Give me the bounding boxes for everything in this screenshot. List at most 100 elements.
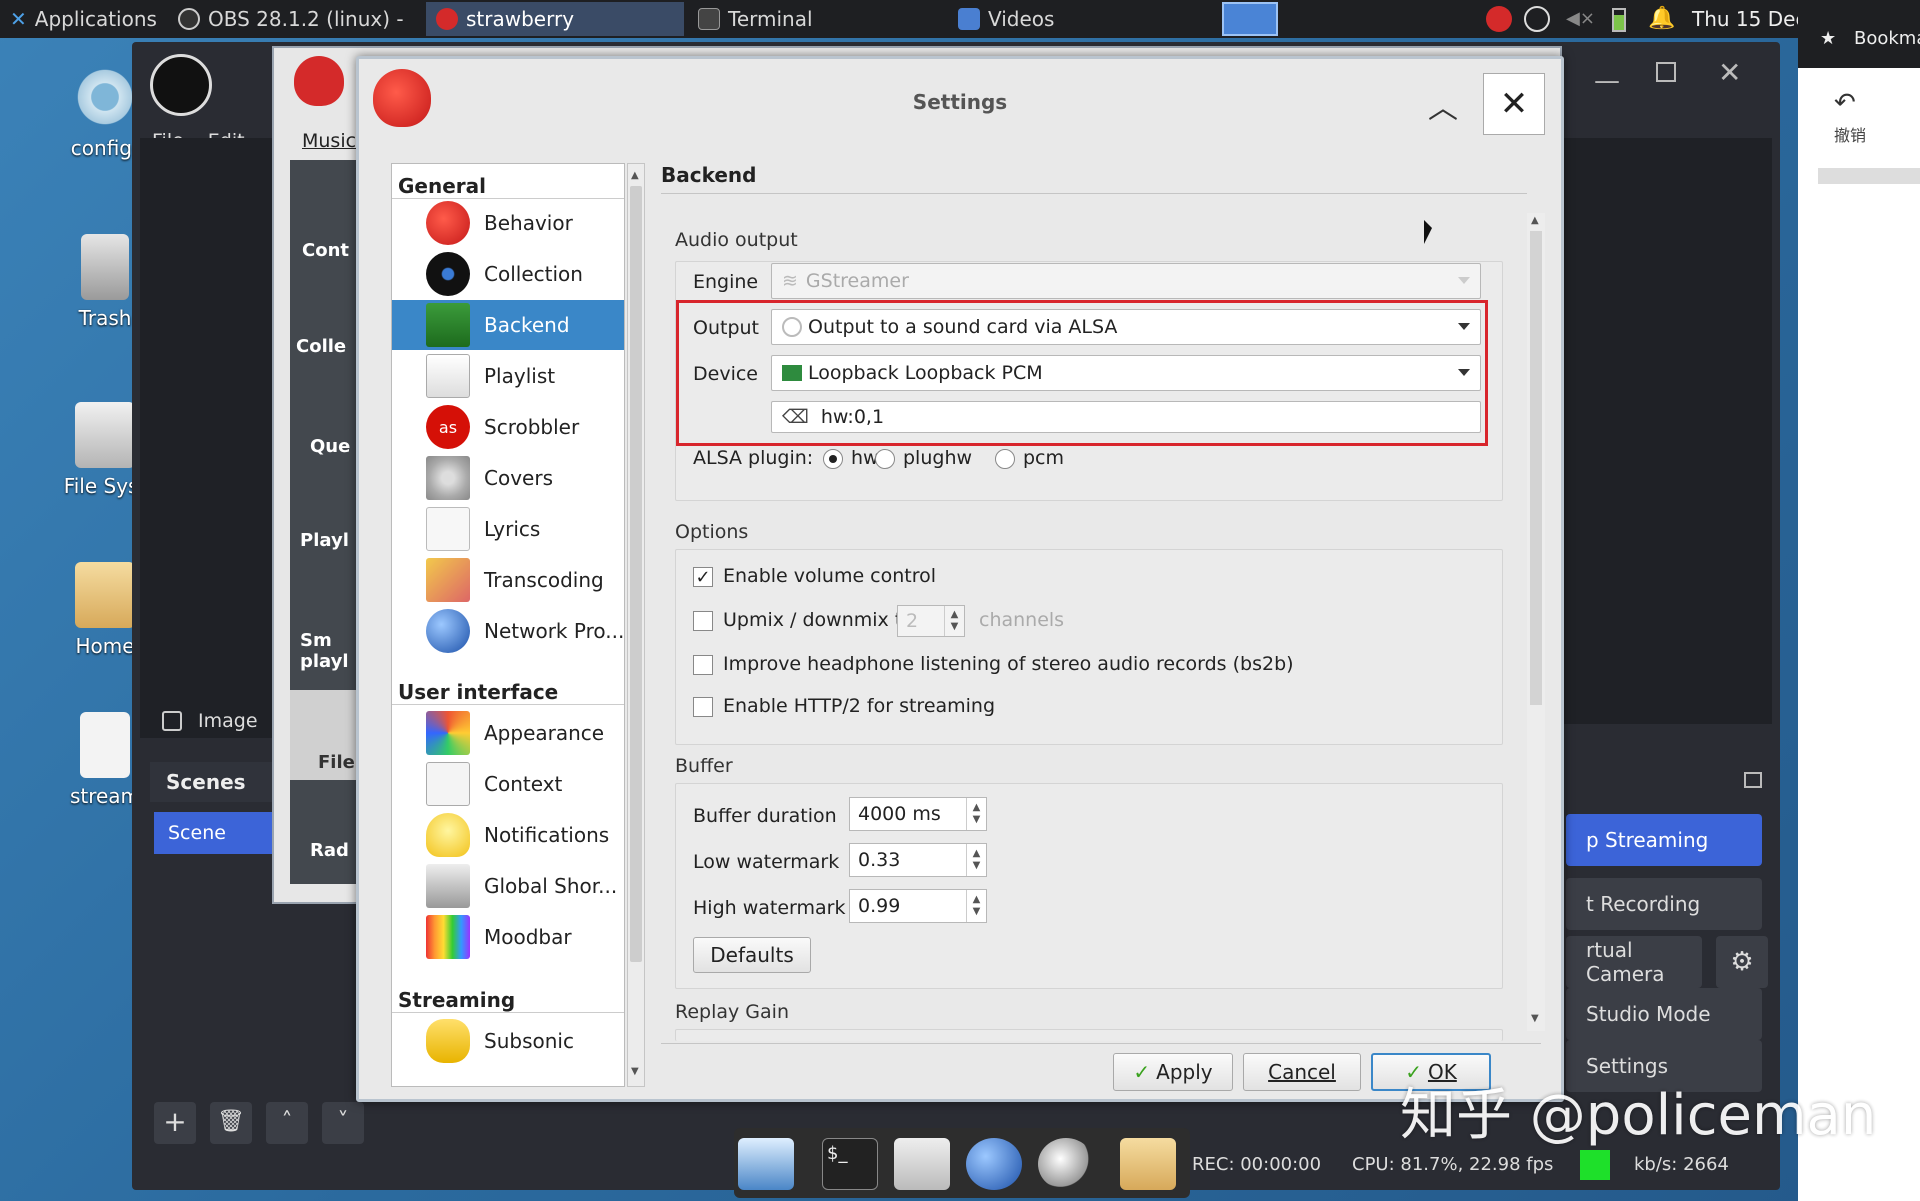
- gear-icon[interactable]: ⚙: [1716, 936, 1768, 988]
- obs-tray-icon[interactable]: [1524, 6, 1550, 32]
- scroll-down-icon[interactable]: ▼: [631, 1066, 639, 1077]
- sidebar-item-playlists[interactable]: Playl: [300, 530, 349, 551]
- start-streaming-button[interactable]: p Streaming: [1566, 814, 1762, 866]
- bookmarks-label[interactable]: Bookma: [1854, 28, 1920, 49]
- move-down-icon[interactable]: ˅: [322, 1102, 364, 1144]
- workspace-switcher[interactable]: [1222, 2, 1278, 36]
- nav-item-subsonic[interactable]: Subsonic: [392, 1016, 624, 1066]
- folder-icon[interactable]: [1120, 1138, 1176, 1190]
- undo-icon[interactable]: ↶: [1834, 88, 1856, 118]
- nav-header-streaming: Streaming: [398, 988, 516, 1012]
- buffer-duration-spinbox[interactable]: 4000 ms ▲ ▼: [849, 797, 987, 831]
- tab-music[interactable]: Music: [302, 130, 356, 152]
- nav-header-user-interface: User interface: [398, 680, 559, 704]
- obs-preview-right: [1564, 138, 1772, 724]
- source-item[interactable]: Image: [162, 710, 258, 732]
- engine-select[interactable]: ≋ GStreamer: [771, 263, 1481, 299]
- content-scrollbar[interactable]: ▲ ▼: [1527, 213, 1545, 1031]
- nav-item-global-shortcuts[interactable]: Global Shor...: [392, 861, 624, 911]
- close-icon[interactable]: ✕: [1483, 73, 1545, 135]
- nav-item-moodbar[interactable]: Moodbar: [392, 912, 624, 962]
- task-obs[interactable]: OBS 28.1.2 (linux) -: [168, 2, 422, 36]
- sidebar-item-queue[interactable]: Que: [310, 436, 350, 457]
- apply-button[interactable]: ✓ Apply: [1113, 1053, 1233, 1091]
- nav-item-scrobbler[interactable]: as Scrobbler: [392, 402, 624, 452]
- low-watermark-spinbox[interactable]: 0.33 ▲ ▼: [849, 843, 987, 877]
- transcode-icon: [426, 558, 470, 602]
- battery-icon[interactable]: [1612, 8, 1626, 32]
- nav-scrollbar[interactable]: ▲ ▼: [627, 163, 645, 1087]
- undock-icon[interactable]: [1744, 772, 1762, 788]
- clock[interactable]: Thu 15 Dec: [1692, 7, 1806, 31]
- cancel-button[interactable]: Cancel: [1243, 1053, 1361, 1091]
- nav-item-network-proxy[interactable]: Network Pro...: [392, 606, 624, 656]
- web-browser-icon[interactable]: [966, 1138, 1022, 1190]
- nav-item-behavior[interactable]: Behavior: [392, 198, 624, 248]
- virtual-camera-button[interactable]: rtual Camera: [1566, 936, 1702, 988]
- scroll-up-icon[interactable]: ▲: [1531, 215, 1539, 226]
- sidebar-item-files-selected[interactable]: File: [290, 690, 358, 780]
- high-watermark-spinbox[interactable]: 0.99 ▲ ▼: [849, 889, 987, 923]
- circuit-board-icon: [426, 303, 470, 347]
- home-folder-icon[interactable]: [894, 1138, 950, 1190]
- scrollbar[interactable]: [1818, 168, 1920, 184]
- minimize-icon[interactable]: —: [1594, 66, 1620, 96]
- bs2b-checkbox[interactable]: [693, 655, 713, 675]
- nav-item-transcoding[interactable]: Transcoding: [392, 555, 624, 605]
- task-videos[interactable]: Videos: [948, 2, 1206, 36]
- scroll-up-icon[interactable]: ▲: [631, 170, 639, 181]
- nav-item-appearance[interactable]: Appearance: [392, 708, 624, 758]
- delete-icon[interactable]: 🗑: [210, 1102, 252, 1144]
- enable-volume-checkbox[interactable]: ✓: [693, 567, 713, 588]
- maximize-icon[interactable]: [1656, 62, 1676, 82]
- task-terminal[interactable]: Terminal: [688, 2, 944, 36]
- close-icon[interactable]: ✕: [1718, 56, 1741, 89]
- sidebar-item-collection[interactable]: Colle: [296, 336, 346, 357]
- scene-item[interactable]: Scene: [154, 812, 280, 854]
- radio-plughw[interactable]: [875, 449, 895, 469]
- scroll-thumb[interactable]: [1530, 231, 1542, 705]
- moodbar-icon: [426, 915, 470, 959]
- checkmark-icon: ✓: [1133, 1060, 1151, 1084]
- radio-pcm[interactable]: [995, 449, 1015, 469]
- nav-item-collection[interactable]: Collection: [392, 249, 624, 299]
- move-up-icon[interactable]: ˄: [266, 1102, 308, 1144]
- channels-spinbox[interactable]: 2 ▲ ▼: [897, 605, 965, 637]
- applications-menu[interactable]: ✕ Applications: [0, 2, 166, 36]
- terminal-icon[interactable]: $_: [822, 1138, 878, 1190]
- obs-preview-left: [140, 138, 280, 738]
- sidebar-item-context[interactable]: Cont: [302, 240, 349, 261]
- upmix-checkbox[interactable]: [693, 611, 713, 631]
- add-icon[interactable]: +: [154, 1102, 196, 1144]
- sidebar-item-radios[interactable]: Rad: [310, 840, 349, 861]
- cpu-status: CPU: 81.7%, 22.98 fps: [1352, 1154, 1554, 1175]
- radio-hw[interactable]: [823, 449, 843, 469]
- bookmark-star-icon[interactable]: ★: [1820, 28, 1836, 49]
- strawberry-tray-icon[interactable]: [1486, 6, 1512, 32]
- nav-item-notifications[interactable]: Notifications: [392, 810, 624, 860]
- nav-item-context[interactable]: Context: [392, 759, 624, 809]
- engine-label: Engine: [693, 271, 759, 293]
- http2-checkbox[interactable]: [693, 697, 713, 717]
- notification-bell-icon[interactable]: 🔔: [1648, 6, 1675, 31]
- chevron-up-icon[interactable]: ︿: [1419, 81, 1467, 129]
- image-icon: [162, 711, 182, 731]
- terminal-icon: [698, 8, 720, 30]
- nav-item-playlist[interactable]: Playlist: [392, 351, 624, 401]
- sidebar-item-smart-playlists[interactable]: Sm playl: [300, 630, 358, 672]
- nav-item-covers[interactable]: Covers: [392, 453, 624, 503]
- search-icon[interactable]: [1038, 1138, 1094, 1190]
- task-strawberry[interactable]: strawberry: [426, 2, 684, 36]
- video-icon: [958, 8, 980, 30]
- nav-item-lyrics[interactable]: Lyrics: [392, 504, 624, 554]
- radio-pcm-label: pcm: [1023, 447, 1065, 469]
- start-recording-button[interactable]: t Recording: [1566, 878, 1762, 930]
- defaults-button[interactable]: Defaults: [693, 937, 811, 973]
- volume-muted-icon[interactable]: ◀×: [1566, 8, 1595, 29]
- studio-mode-button[interactable]: Studio Mode: [1566, 988, 1762, 1040]
- show-desktop-icon[interactable]: [738, 1138, 794, 1190]
- nav-item-backend[interactable]: Backend: [392, 300, 624, 350]
- scroll-down-icon[interactable]: ▼: [1531, 1013, 1539, 1024]
- scroll-thumb[interactable]: [630, 186, 642, 962]
- channels-label: channels: [979, 609, 1065, 631]
